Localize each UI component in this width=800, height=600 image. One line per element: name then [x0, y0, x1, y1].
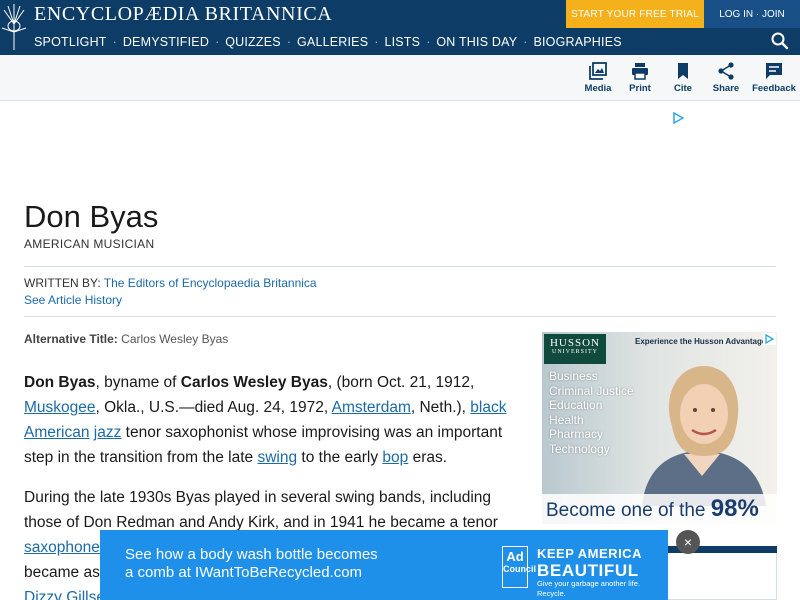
nav-separator: · [112, 35, 117, 49]
media-button[interactable]: Media [574, 62, 622, 94]
logo-line-1: HUSSON [549, 337, 600, 349]
free-trial-button[interactable]: START YOUR FREE TRIAL [566, 0, 704, 28]
text: eras. [408, 449, 448, 466]
ad-message-line-2: a comb at IWantToBeRecycled.com [125, 564, 363, 581]
cite-label: Cite [674, 83, 692, 94]
nav-on-this-day[interactable]: ON THIS DAY [436, 35, 517, 49]
ad-choices-icon[interactable] [672, 112, 684, 124]
media-icon [589, 62, 607, 80]
program-item: Education [549, 398, 603, 412]
ad-council-logo: Ad Council [502, 546, 536, 588]
program-item: Health [549, 412, 584, 427]
alt-title-label: Alternative Title: [24, 332, 118, 346]
bottom-advertisement[interactable]: See how a body wash bottle becomes a com… [100, 530, 668, 600]
text: , (born Oct. 21, 1912, [327, 374, 475, 391]
link-bop[interactable]: bop [382, 449, 408, 466]
nav-biographies[interactable]: BIOGRAPHIES [533, 35, 621, 49]
link-swing[interactable]: swing [257, 449, 297, 466]
text: , Neth.), [410, 399, 471, 416]
nav-separator: · [374, 35, 379, 49]
feedback-button[interactable]: Feedback [750, 62, 798, 94]
author-link[interactable]: The Editors of Encyclopaedia Britannica [104, 276, 317, 290]
headline-line-2: BEAUTIFUL [537, 561, 639, 580]
link-amsterdam[interactable]: Amsterdam [332, 399, 411, 416]
headline-subline: Give your garbage another life. Recycle. [537, 579, 640, 598]
written-by: WRITTEN BY: The Editors of Encyclopaedia… [24, 276, 317, 290]
nav-galleries[interactable]: GALLERIES [297, 35, 368, 49]
close-ad-button[interactable]: × [676, 530, 700, 554]
text: , Okla., U.S.—died Aug. 24, 1972, [95, 399, 332, 416]
text: During the late 1930s Byas played in sev… [24, 489, 498, 531]
side-advertisement[interactable]: HUSSON UNIVERSITY Experience the Husson … [542, 332, 777, 524]
written-by-label: WRITTEN BY: [24, 276, 101, 290]
program-item: Pharmacy [549, 427, 604, 441]
alt-title-value: Carlos Wesley Byas [121, 332, 229, 346]
article-toolbar: Media Print Cite Share Feedback [0, 55, 800, 101]
ad-photo [642, 366, 766, 506]
article-subtitle: AMERICAN MUSICIAN [24, 237, 155, 251]
bookmark-icon [678, 63, 688, 79]
print-icon [632, 63, 648, 80]
ad-message: See how a body wash bottle becomes a com… [125, 546, 378, 582]
cite-button[interactable]: Cite [659, 62, 707, 94]
nav-separator: · [286, 35, 291, 49]
banner-value: 98% [710, 495, 759, 522]
media-label: Media [584, 83, 612, 94]
ad-choices-icon[interactable] [763, 333, 776, 345]
ad-message-line-1: See how a body wash bottle becomes [125, 546, 378, 563]
link-jazz[interactable]: jazz [94, 424, 122, 441]
text-bold: Carlos Wesley Byas [180, 374, 328, 391]
article-history-link[interactable]: See Article History [24, 293, 122, 307]
logo-line-2: UNIVERSITY [552, 349, 598, 355]
nav-demystified[interactable]: DEMYSTIFIED [123, 35, 209, 49]
divider [24, 266, 776, 267]
text: became as [24, 564, 100, 581]
share-icon [718, 62, 734, 80]
site-header: ENCYCLOPÆDIA BRITANNICA START YOUR FREE … [0, 0, 800, 55]
feedback-icon [766, 63, 782, 79]
search-icon[interactable] [770, 31, 790, 51]
nav-lists[interactable]: LISTS [384, 35, 420, 49]
article-title: Don Byas [24, 199, 159, 234]
husson-logo: HUSSON UNIVERSITY [544, 334, 606, 364]
nav-quizzes[interactable]: QUIZZES [225, 35, 281, 49]
text: , byname of [95, 374, 181, 391]
text-bold: Don Byas [24, 374, 96, 391]
nav-separator: · [215, 35, 220, 49]
ad-banner: Become one of the 98% [542, 494, 777, 524]
print-button[interactable]: Print [616, 62, 664, 94]
ad-tagline: Experience the Husson Advantage! [635, 337, 769, 346]
link-muskogee[interactable]: Muskogee [24, 399, 96, 416]
divider [24, 316, 776, 317]
feedback-label: Feedback [752, 83, 796, 94]
program-item: Business [549, 369, 598, 383]
alternative-title: Alternative Title: Carlos Wesley Byas [24, 332, 228, 346]
headline-line-1: KEEP AMERICA [537, 546, 642, 561]
text: to the early [297, 449, 383, 466]
logo-bottom: Council [503, 564, 536, 574]
banner-text: Become one of the [546, 500, 711, 521]
nav-separator: · [426, 35, 431, 49]
login-join-button[interactable]: LOG IN · JOIN [704, 0, 800, 28]
program-item: Technology [549, 441, 610, 456]
paragraph-1: Don Byas, byname of Carlos Wesley Byas, … [24, 370, 524, 470]
share-button[interactable]: Share [702, 62, 750, 94]
print-label: Print [629, 83, 651, 94]
nav-separator: · [523, 35, 528, 49]
nav-spotlight[interactable]: SPOTLIGHT [34, 35, 107, 49]
program-list: Business Criminal Justice Education Heal… [549, 369, 634, 456]
main-nav: SPOTLIGHT · DEMYSTIFIED · QUIZZES · GALL… [34, 33, 622, 51]
page: ENCYCLOPÆDIA BRITANNICA START YOUR FREE … [0, 0, 800, 600]
program-item: Criminal Justice [549, 383, 634, 398]
brand-name[interactable]: ENCYCLOPÆDIA BRITANNICA [34, 3, 332, 26]
share-label: Share [712, 83, 740, 94]
ad-headline: KEEP AMERICA BEAUTIFUL Give your garbage… [537, 545, 668, 599]
link-saxophone[interactable]: saxophone [24, 539, 100, 556]
link-dizzy-gillespie[interactable]: Dizzy Gillse [24, 589, 105, 600]
thistle-logo-icon[interactable] [0, 2, 28, 52]
logo-top: Ad [506, 549, 524, 564]
